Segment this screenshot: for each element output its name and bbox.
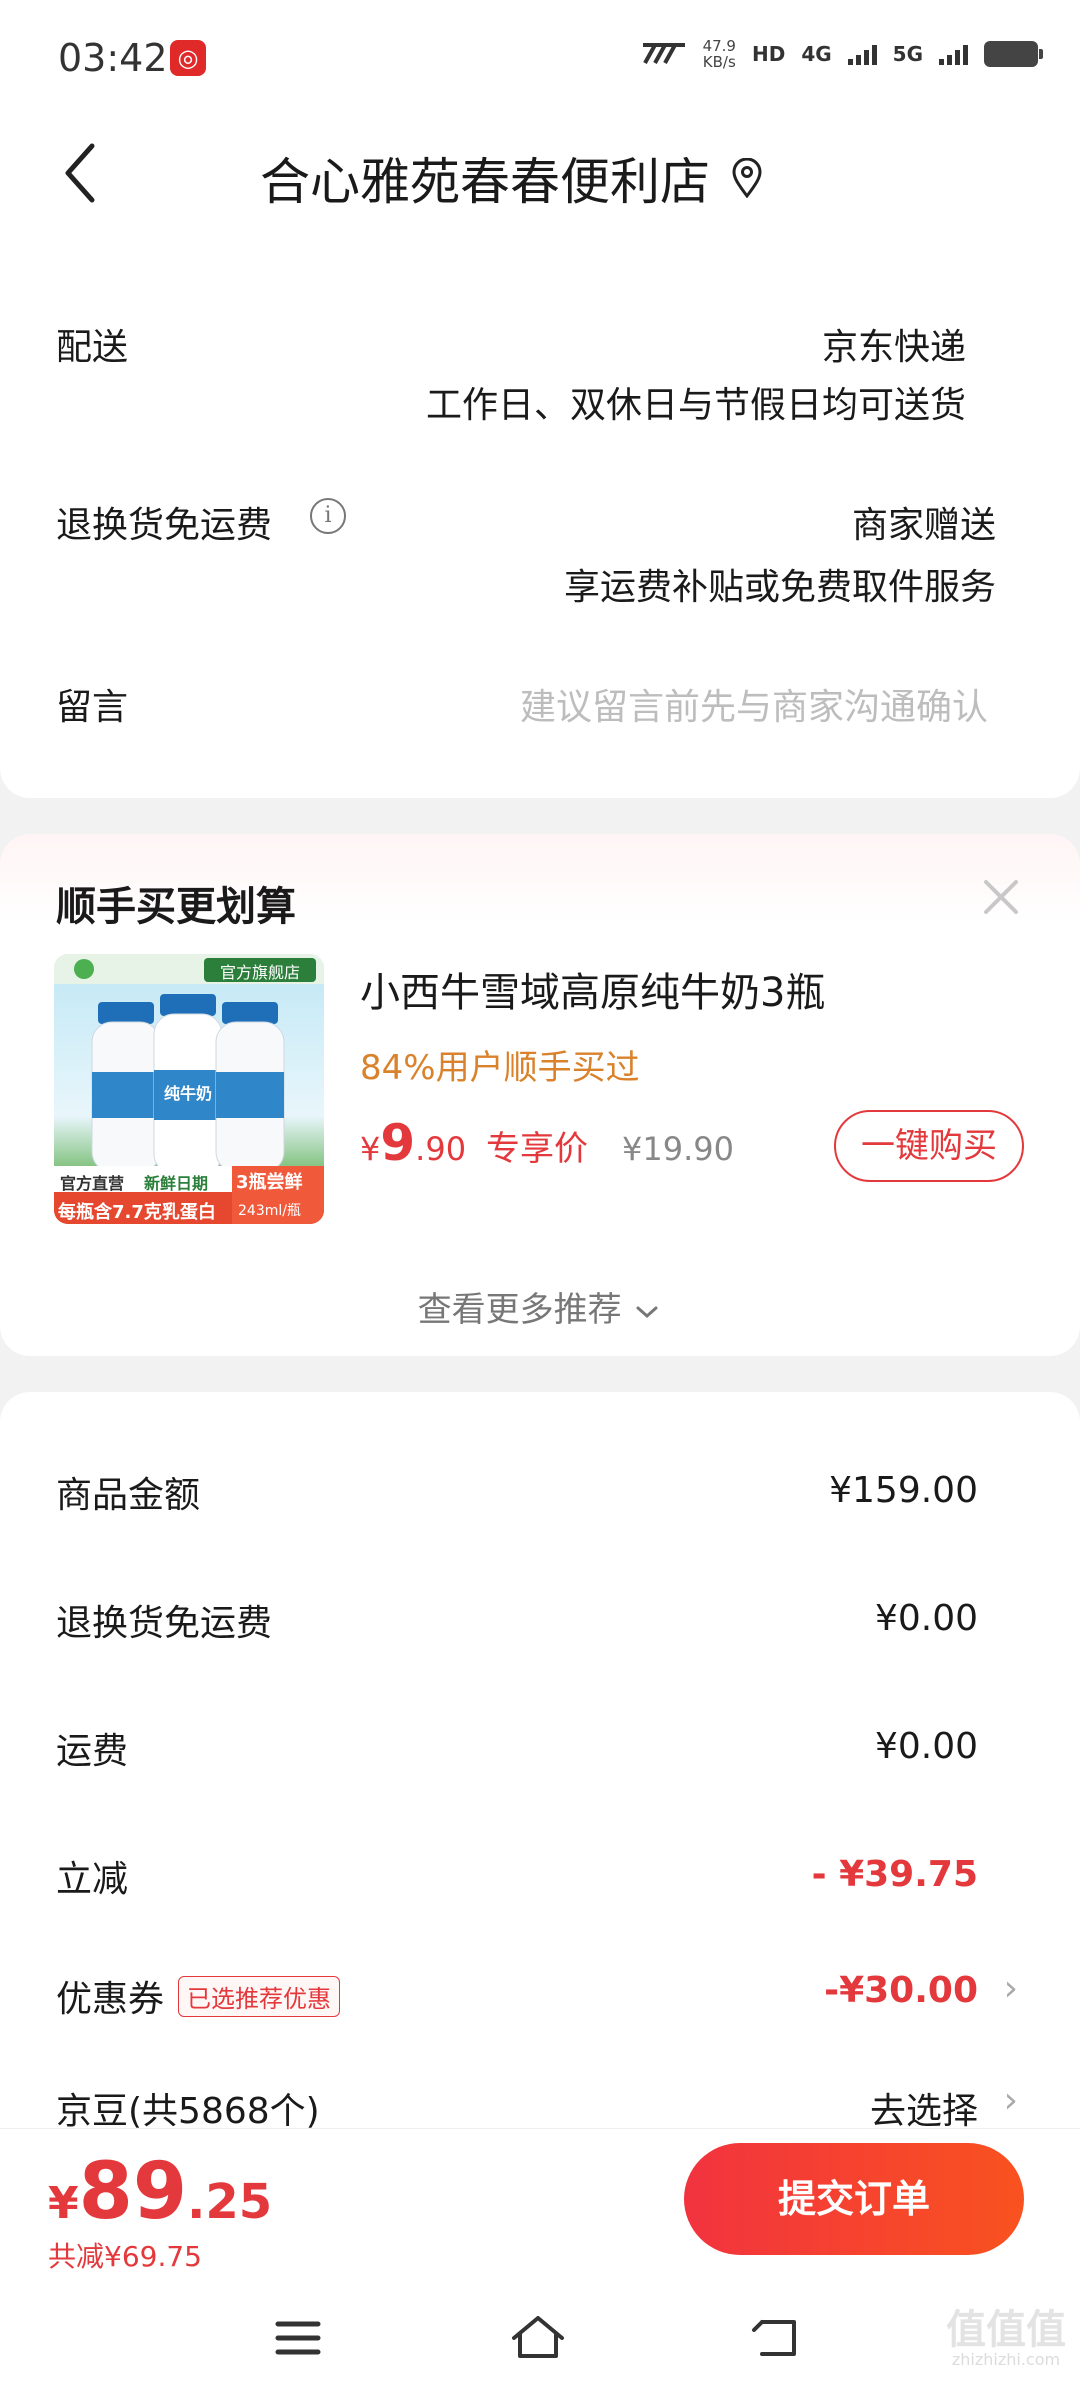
app-notification-icon: ◎ xyxy=(170,40,206,76)
return-fee-value: ¥0.00 xyxy=(874,1598,978,1639)
image-bottle-label: 纯牛奶 xyxy=(163,1084,212,1103)
message-input[interactable]: 建议留言前先与商家沟通确认 xyxy=(520,678,988,730)
amount-card: 商品金额 ¥159.00 退换货免运费 ¥0.00 运费 ¥0.00 立减 - … xyxy=(0,1392,1080,2128)
one-click-buy-button[interactable]: 一键购买 xyxy=(834,1110,1024,1182)
coupon-label: 优惠券 xyxy=(56,1979,165,2020)
image-tag-fresh: 新鲜日期 xyxy=(144,1174,209,1193)
nfc-icon xyxy=(642,43,685,64)
coupon-row[interactable]: 优惠券 已选推荐优惠 xyxy=(56,1970,341,2022)
shipping-fee-value: ¥0.00 xyxy=(874,1726,978,1767)
back-arrow-icon[interactable] xyxy=(56,140,116,206)
page-header: 合心雅苑春春便利店 xyxy=(0,118,1080,228)
back-nav-icon[interactable] xyxy=(748,2308,808,2368)
home-icon[interactable] xyxy=(508,2308,568,2368)
recommend-title: 顺手买更划算 xyxy=(56,884,296,930)
status-bar: 03:42 ◎ 47.9 KB/s HD 4G 5G xyxy=(0,0,1080,118)
signal-bars-icon xyxy=(847,43,877,65)
chevron-down-icon xyxy=(636,1306,658,1318)
hd-indicator: HD xyxy=(751,42,786,66)
coupon-badge: 已选推荐优惠 xyxy=(178,1975,341,2017)
network-speed: 47.9 KB/s xyxy=(702,37,736,71)
goods-amount-label: 商品金额 xyxy=(56,1475,201,1516)
price-tag: 专享价 xyxy=(486,1129,589,1169)
chevron-right-icon-2[interactable]: › xyxy=(1004,2080,1018,2121)
submit-order-button[interactable]: 提交订单 xyxy=(684,2143,1024,2255)
signal-4g-label: 4G xyxy=(801,42,832,66)
image-tag-official: 官方直营 xyxy=(60,1174,125,1193)
delivery-carrier[interactable]: 京东快递 xyxy=(822,318,966,370)
status-time: 03:42 xyxy=(58,36,168,80)
close-icon[interactable] xyxy=(978,874,1024,920)
product-buyers-note: 84%用户顺手买过 xyxy=(360,1048,640,1088)
message-label: 留言 xyxy=(56,687,129,728)
checkout-bar: ¥ 89 .25 共减¥69.75 提交订单 xyxy=(0,2128,1080,2278)
location-pin-icon xyxy=(732,158,762,198)
return-shipping-label: 退换货免运费 xyxy=(56,505,273,546)
instant-discount-label: 立减 xyxy=(56,1859,129,1900)
coupon-value[interactable]: -¥30.00 xyxy=(824,1970,978,2011)
info-icon[interactable]: i xyxy=(310,498,346,534)
jd-beans-label: 京豆(共5868个) xyxy=(56,2091,320,2128)
return-shipping-value: 商家赠送 xyxy=(851,505,996,546)
goods-amount-value: ¥159.00 xyxy=(829,1470,978,1511)
image-store-badge: 官方旗舰店 xyxy=(219,963,300,982)
total-price: ¥ 89 .25 xyxy=(48,2147,273,2237)
delivery-label: 配送 xyxy=(56,327,129,368)
signal-5g-label: 5G xyxy=(892,42,923,66)
menu-icon[interactable] xyxy=(268,2308,328,2368)
return-shipping-desc: 享运费补贴或免费取件服务 xyxy=(563,567,996,608)
more-recommend-link[interactable]: 查看更多推荐 xyxy=(0,1282,1080,1331)
image-corner-tag: 3瓶尝鲜 xyxy=(236,1172,303,1193)
watermark-logo: 值值值 zhizhizhi.com xyxy=(946,2307,1066,2369)
shop-name: 合心雅苑春春便利店 xyxy=(260,153,710,211)
product-name[interactable]: 小西牛雪域高原纯牛奶3瓶 xyxy=(360,960,825,1018)
jd-beans-value[interactable]: 去选择 xyxy=(870,2082,978,2128)
order-info-card: 配送 京东快递 工作日、双休日与节假日均可送货 退换货免运费 i 商家赠送 享运… xyxy=(0,228,1080,798)
total-saved: 共减¥69.75 xyxy=(48,2240,202,2273)
product-price: ¥ 9 .90 专享价 ¥19.90 xyxy=(360,1114,735,1172)
chevron-right-icon[interactable]: › xyxy=(1004,1968,1018,2009)
shipping-fee-label: 运费 xyxy=(56,1731,129,1772)
shop-title[interactable]: 合心雅苑春春便利店 xyxy=(260,142,764,214)
status-indicators: 47.9 KB/s HD 4G 5G xyxy=(641,37,1043,71)
image-volume: 243ml/瓶 xyxy=(238,1203,301,1219)
image-banner: 每瓶含7.7克乳蛋白 xyxy=(58,1202,216,1223)
instant-discount-value: - ¥39.75 xyxy=(811,1854,978,1895)
product-image[interactable]: 官方旗舰店 纯牛奶 官方直营 新鲜日期 每瓶含7.7克乳蛋白 3瓶尝鲜 243m… xyxy=(54,954,324,1224)
original-price: ¥19.90 xyxy=(622,1130,735,1168)
signal-bars-icon-2 xyxy=(939,43,968,65)
battery-icon xyxy=(984,41,1043,67)
system-nav-bar xyxy=(0,2278,1080,2400)
delivery-schedule: 工作日、双休日与节假日均可送货 xyxy=(425,385,966,426)
recommend-card: 顺手买更划算 官方旗舰店 纯牛奶 官方直营 新鲜日期 每瓶含7.7克乳蛋白 3瓶… xyxy=(0,834,1080,1356)
return-fee-label: 退换货免运费 xyxy=(56,1603,273,1644)
